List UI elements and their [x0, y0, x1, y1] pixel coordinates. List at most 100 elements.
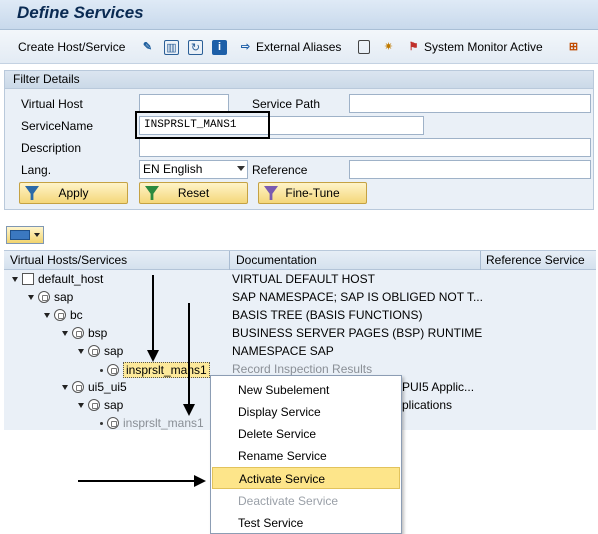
tree-row[interactable]: bsp BUSINESS SERVER PAGES (BSP) RUNTIME — [4, 324, 596, 342]
copy-button[interactable]: ↻ — [188, 38, 203, 56]
delete-button[interactable]: ▥ — [164, 38, 179, 56]
tree-layout-button[interactable] — [6, 226, 44, 244]
service-icon — [88, 345, 100, 357]
expand-icon[interactable] — [78, 402, 84, 408]
expand-icon[interactable] — [28, 294, 34, 300]
column-header-reference[interactable]: Reference Service — [486, 253, 585, 267]
menu-item-display-service[interactable]: Display Service — [212, 401, 400, 423]
reset-label: Reset — [177, 186, 210, 200]
application-toolbar: Create Host/Service ✎ ▥ ↻ i ⇨ External A… — [0, 30, 598, 64]
info-button[interactable]: i — [212, 38, 227, 56]
fine-tune-button[interactable]: Fine-Tune — [258, 182, 367, 204]
leaf-dot-icon — [100, 421, 103, 425]
service-name-label: ServiceName — [21, 119, 94, 133]
expand-icon[interactable] — [62, 330, 68, 336]
service-icon — [88, 399, 100, 411]
tree-row[interactable]: sap NAMESPACE SAP — [4, 342, 596, 360]
filter-panel: Filter Details Virtual Host Service Path… — [4, 70, 594, 210]
node-documentation: VIRTUAL DEFAULT HOST — [232, 272, 375, 286]
lang-label: Lang. — [21, 163, 52, 177]
pencil-glasses-icon: ✎ — [142, 40, 153, 53]
node-label: sap — [54, 290, 74, 304]
chevron-down-icon — [34, 233, 40, 237]
service-icon — [72, 327, 84, 339]
node-label: sap — [104, 398, 124, 412]
node-documentation: SAP NAMESPACE; SAP IS OBLIGED NOT T... — [232, 290, 483, 304]
fine-tune-label: Fine-Tune — [285, 186, 340, 200]
apply-label: Apply — [58, 186, 89, 200]
description-label: Description — [21, 141, 82, 155]
node-documentation: BUSINESS SERVER PAGES (BSP) RUNTIME — [232, 326, 483, 340]
menu-item-activate-service[interactable]: Activate Service — [212, 467, 400, 489]
service-icon — [38, 291, 50, 303]
virtual-host-label: Virtual Host — [21, 97, 83, 111]
document-icon — [358, 40, 370, 54]
node-label: sap — [104, 344, 124, 358]
wizard-button[interactable]: ✷ — [381, 38, 396, 56]
system-monitor-label: System Monitor Active — [424, 40, 543, 54]
info-icon: i — [212, 39, 227, 55]
service-icon — [107, 364, 119, 376]
arrow-right-icon: ⇨ — [240, 40, 251, 53]
menu-item-test-service[interactable]: Test Service — [212, 512, 400, 534]
title-bar: Define Services — [0, 0, 598, 30]
filter-header: Filter Details — [5, 71, 593, 89]
node-label: default_host — [38, 272, 104, 286]
node-documentation: plications — [402, 398, 453, 412]
layout-icon — [10, 230, 30, 240]
tree-row[interactable]: sap SAP NAMESPACE; SAP IS OBLIGED NOT T.… — [4, 288, 596, 306]
expand-icon[interactable] — [12, 276, 18, 282]
service-icon — [54, 309, 66, 321]
create-host-label: Create Host/Service — [18, 40, 126, 54]
lang-select[interactable]: EN English — [139, 160, 248, 179]
edit-pencil-button[interactable]: ✎ — [140, 38, 155, 56]
virtual-host-input[interactable] — [139, 94, 229, 113]
service-name-input[interactable]: INSPRSLT_MANS1 — [139, 116, 424, 135]
node-documentation: NAMESPACE SAP — [232, 344, 334, 358]
column-separator[interactable] — [480, 251, 481, 270]
node-documentation: PUI5 Applic... — [402, 380, 475, 394]
reset-filter-icon — [145, 186, 159, 200]
service-icon — [72, 381, 84, 393]
system-monitor-button[interactable]: ⚑ System Monitor Active — [406, 38, 543, 56]
fine-tune-icon — [264, 186, 278, 200]
menu-item-rename-service[interactable]: Rename Service — [212, 445, 400, 467]
description-input[interactable] — [139, 138, 591, 157]
create-host-button[interactable]: Create Host/Service — [18, 38, 125, 56]
node-label: insprslt_mans1 — [123, 416, 204, 430]
expand-icon[interactable] — [44, 312, 50, 318]
expand-icon[interactable] — [78, 348, 84, 354]
reference-input[interactable] — [349, 160, 591, 179]
magic-wand-icon: ✷ — [383, 40, 394, 53]
service-path-label: Service Path — [252, 97, 321, 111]
leaf-dot-icon — [100, 368, 103, 372]
column-header-hosts[interactable]: Virtual Hosts/Services — [10, 253, 127, 267]
node-label: bsp — [88, 326, 108, 340]
column-separator[interactable] — [229, 251, 230, 270]
expand-icon[interactable] — [62, 384, 68, 390]
menu-item-delete-service[interactable]: Delete Service — [212, 423, 400, 445]
external-aliases-label: External Aliases — [256, 40, 342, 54]
service-icon — [107, 417, 119, 429]
node-label: ui5_ui5 — [88, 380, 127, 394]
service-path-input[interactable] — [349, 94, 591, 113]
node-documentation: BASIS TREE (BASIS FUNCTIONS) — [232, 308, 423, 322]
lang-select-value: EN English — [143, 162, 203, 176]
menu-item-new-subelement[interactable]: New Subelement — [212, 379, 400, 401]
node-label: insprslt_mans1 — [123, 362, 210, 378]
hierarchy-icon: ⊞ — [568, 40, 579, 53]
node-label: bc — [70, 308, 83, 322]
document-button[interactable] — [358, 38, 370, 56]
trash-icon: ▥ — [164, 39, 179, 55]
host-icon — [22, 273, 34, 285]
tree-row[interactable]: default_host VIRTUAL DEFAULT HOST — [4, 270, 596, 288]
reset-button[interactable]: Reset — [139, 182, 248, 204]
node-documentation: Record Inspection Results — [232, 362, 373, 376]
apply-button[interactable]: Apply — [19, 182, 128, 204]
column-header-documentation[interactable]: Documentation — [236, 253, 317, 267]
page-title: Define Services — [17, 3, 144, 22]
tree-row[interactable]: bc BASIS TREE (BASIS FUNCTIONS) — [4, 306, 596, 324]
hierarchy-button[interactable]: ⊞ — [566, 38, 581, 56]
flag-icon: ⚑ — [408, 40, 419, 53]
external-aliases-button[interactable]: ⇨ External Aliases — [238, 38, 342, 56]
